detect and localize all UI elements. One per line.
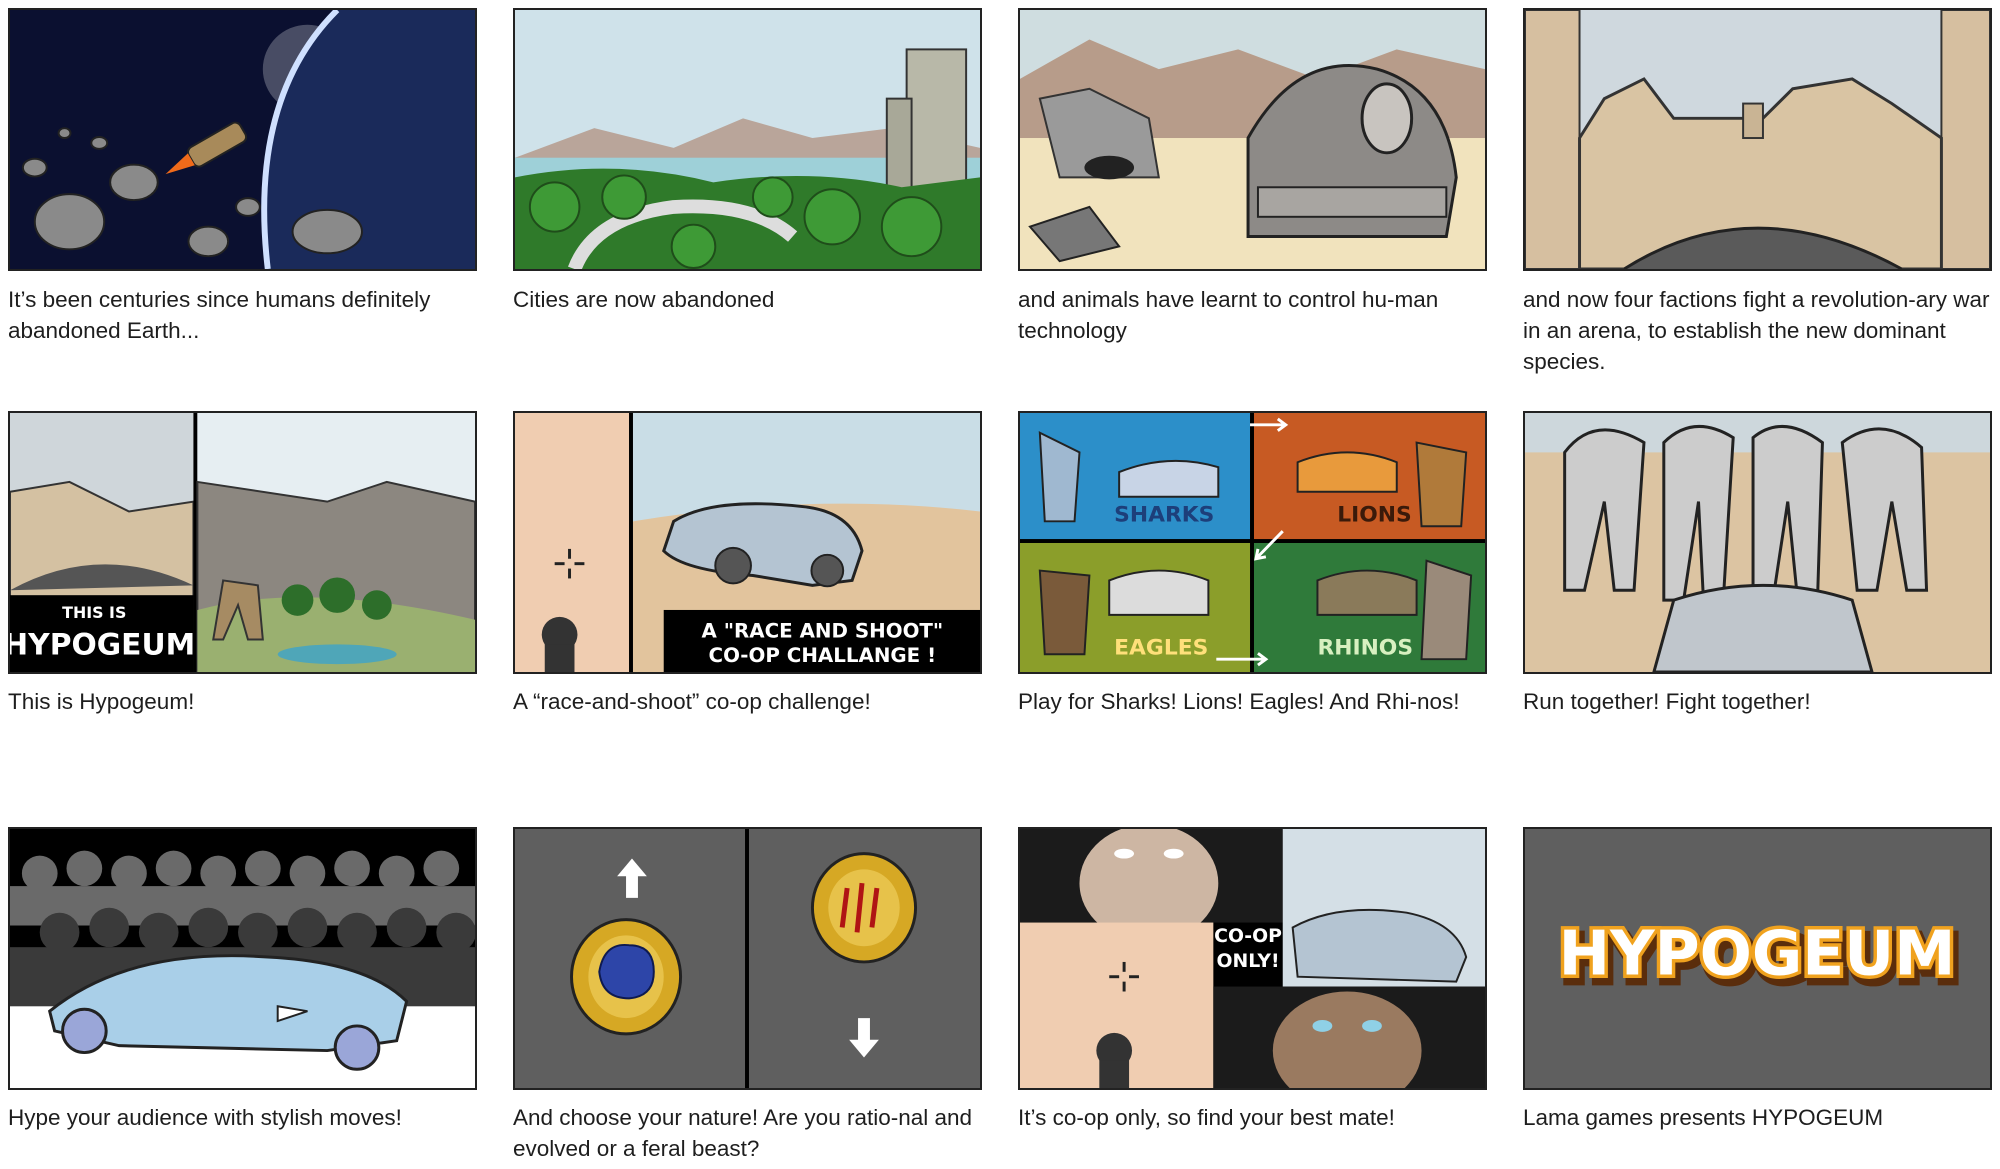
- caption-panel-9: Hype your audience with stylish moves!: [8, 1105, 402, 1130]
- coop-illustration: CO-OP ONLY!: [1020, 829, 1485, 1088]
- factions-illustration: SHARKS LIONS EAGLES RHINOS: [1020, 413, 1485, 672]
- caption-panel-12: Lama games presents HYPOGEUM: [1523, 1105, 1884, 1130]
- panel-arena-walls: [1523, 8, 1992, 271]
- faction-sharks: SHARKS: [1114, 502, 1214, 527]
- junkyard-illustration: [1020, 10, 1485, 269]
- coop-comic-line1: CO-OP: [1214, 926, 1282, 947]
- this-is-text: THIS IS: [62, 603, 126, 622]
- race-shoot-comic-line2: CO-OP CHALLANGE !: [709, 644, 937, 667]
- race-shoot-comic-line1: A "RACE AND SHOOT": [701, 620, 943, 643]
- faction-rhinos: RHINOS: [1317, 635, 1413, 660]
- caption-panel-11: It’s co-op only, so find your best mate!: [1018, 1105, 1395, 1130]
- logo-illustration: HYPOGEUM HYPOGEUM: [1525, 829, 1990, 1088]
- faction-lions: LIONS: [1337, 502, 1411, 527]
- panel-crowd: [8, 827, 477, 1090]
- panel-space: [8, 8, 477, 271]
- panel-race-and-shoot: A "RACE AND SHOOT" CO-OP CHALLANGE !: [513, 411, 982, 674]
- panel-abandoned-city: [513, 8, 982, 271]
- panel-choose-nature: [513, 827, 982, 1090]
- panel-coop-only: CO-OP ONLY!: [1018, 827, 1487, 1090]
- caption-panel-6: A “race-and-shoot” co-op challenge!: [513, 689, 871, 714]
- intro-illustration: THIS IS HYPOGEUM: [10, 413, 475, 672]
- bone-arena-illustration: [1525, 413, 1990, 672]
- faction-eagles: EAGLES: [1114, 635, 1208, 660]
- caption-panel-1: It’s been centuries since humans definit…: [8, 287, 431, 343]
- caption-panel-2: Cities are now abandoned: [513, 287, 775, 312]
- brain-icon: [598, 943, 655, 1000]
- coop-comic-line2: ONLY!: [1217, 951, 1280, 972]
- panel-factions: SHARKS LIONS EAGLES RHINOS: [1018, 411, 1487, 674]
- hypogeum-comic-text: HYPOGEUM: [10, 626, 195, 661]
- caption-panel-10: And choose your nature! Are you ratio-na…: [513, 1105, 973, 1161]
- caption-panel-5: This is Hypogeum!: [8, 689, 195, 714]
- race-shoot-illustration: A "RACE AND SHOOT" CO-OP CHALLANGE !: [515, 413, 980, 672]
- caption-panel-4: and now four factions fight a revolution…: [1523, 287, 1990, 374]
- nature-choice-illustration: [515, 829, 980, 1088]
- panel-bone-arena: [1523, 411, 1992, 674]
- panel-logo: HYPOGEUM HYPOGEUM: [1523, 827, 1992, 1090]
- hypogeum-logo: HYPOGEUM: [1559, 919, 1956, 990]
- arena-illustration: [1525, 10, 1990, 269]
- panel-this-is-hypogeum: THIS IS HYPOGEUM: [8, 411, 477, 674]
- caption-panel-3: and animals have learnt to control hu-ma…: [1018, 287, 1439, 343]
- crowd-illustration: [10, 829, 475, 1088]
- city-illustration: [515, 10, 980, 269]
- panel-junkyard: [1018, 8, 1487, 271]
- caption-panel-8: Run together! Fight together!: [1523, 689, 1811, 714]
- caption-panel-7: Play for Sharks! Lions! Eagles! And Rhi-…: [1018, 689, 1460, 714]
- space-illustration: [10, 10, 475, 269]
